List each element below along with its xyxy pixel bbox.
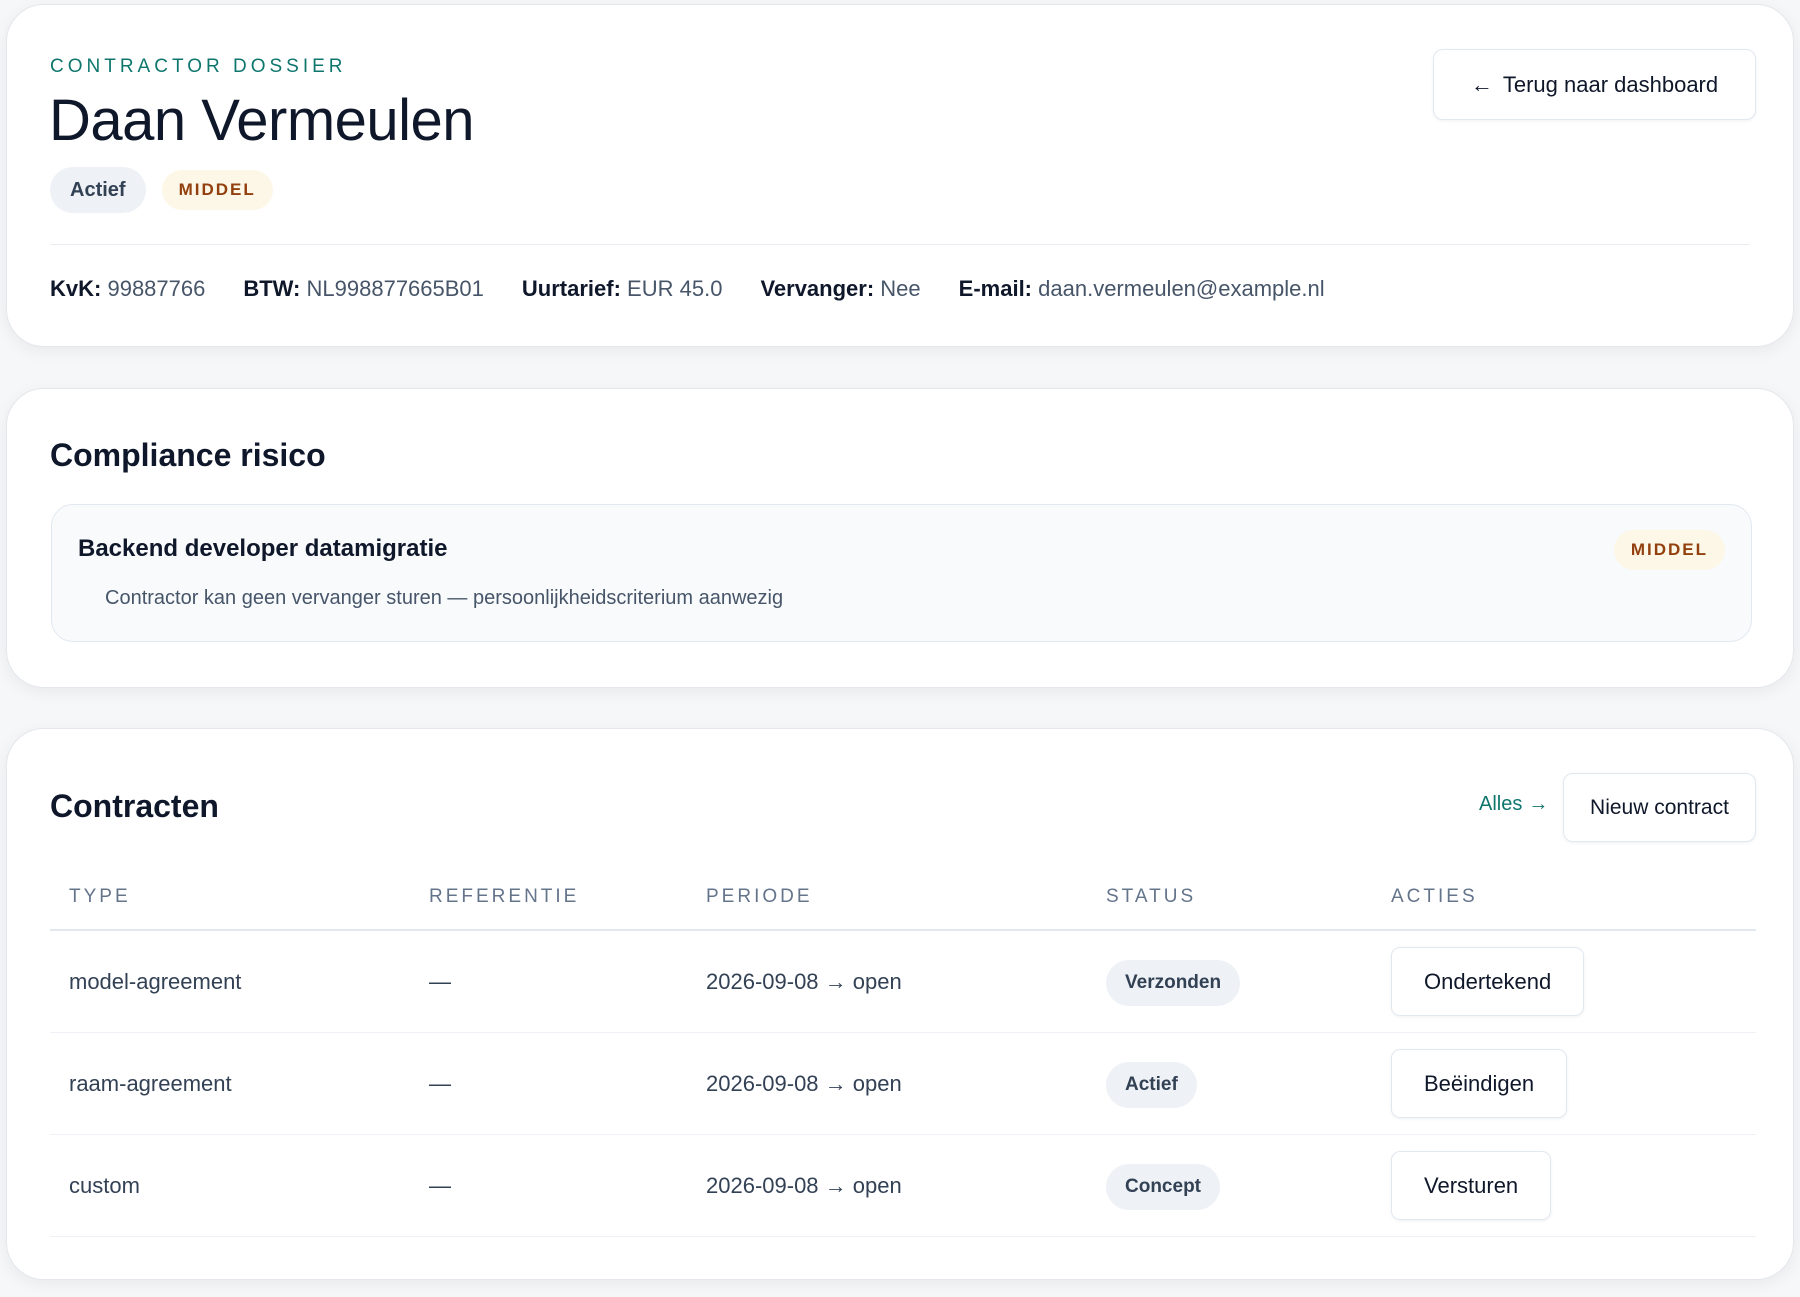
sign-button[interactable]: Ondertekend	[1391, 947, 1585, 1016]
cell-status-badge: Concept	[1106, 1164, 1220, 1210]
cell-reference: —	[429, 1071, 451, 1096]
contracts-table: TYPE REFERENTIE PERIODE STATUS ACTIES mo…	[50, 866, 1756, 1237]
table-header: TYPE REFERENTIE PERIODE STATUS ACTIES	[50, 866, 1756, 931]
compliance-risk-card: Compliance risico Backend developer data…	[6, 388, 1794, 688]
fact-substitute: Vervanger: Nee	[760, 276, 921, 301]
contracts-card: Contracten Alles → Nieuw contract TYPE R…	[6, 728, 1794, 1280]
column-header-type: TYPE	[69, 886, 131, 907]
table-row: raam-agreement — 2026-09-08 → open Actie…	[50, 1033, 1756, 1135]
table-row: custom — 2026-09-08 → open Concept Verst…	[50, 1135, 1756, 1237]
page-eyebrow: CONTRACTOR DOSSIER	[50, 56, 347, 77]
cell-period: 2026-09-08 → open	[706, 1071, 902, 1096]
table-row: model-agreement — 2026-09-08 → open Verz…	[50, 931, 1756, 1033]
all-contracts-link[interactable]: Alles →	[1479, 793, 1548, 816]
compliance-risk-item: Backend developer datamigratie Contracto…	[51, 504, 1752, 642]
back-to-dashboard-button[interactable]: ← Terug naar dashboard	[1433, 49, 1756, 120]
contractor-header-card: CONTRACTOR DOSSIER Daan Vermeulen Actief…	[6, 4, 1794, 347]
cell-type: raam-agreement	[69, 1071, 232, 1096]
cell-reference: —	[429, 1173, 451, 1198]
fact-kvk: KvK: 99887766	[50, 276, 206, 301]
fact-btw: BTW: NL998877665B01	[243, 276, 484, 301]
cell-type: custom	[69, 1173, 140, 1198]
new-contract-button[interactable]: Nieuw contract	[1563, 773, 1756, 842]
risk-item-description: Contractor kan geen vervanger sturen — p…	[105, 587, 784, 609]
column-header-actions: ACTIES	[1391, 886, 1478, 907]
column-header-period: PERIODE	[706, 886, 813, 907]
cell-type: model-agreement	[69, 969, 242, 994]
cell-status-badge: Verzonden	[1106, 960, 1241, 1006]
contractor-facts: KvK: 99887766 BTW: NL998877665B01 Uurtar…	[50, 276, 1325, 302]
column-header-status: STATUS	[1106, 886, 1197, 907]
header-badges: Actief MIDDEL	[50, 167, 273, 213]
cell-status-badge: Actief	[1106, 1062, 1197, 1108]
risk-item-badge: MIDDEL	[1613, 530, 1725, 570]
cell-period: 2026-09-08 → open	[706, 1173, 902, 1198]
send-button[interactable]: Versturen	[1391, 1151, 1552, 1220]
back-button-label: Terug naar dashboard	[1502, 71, 1719, 97]
compliance-title: Compliance risico	[50, 437, 326, 473]
page-title: Daan Vermeulen	[49, 88, 475, 153]
all-link-label: Alles	[1479, 793, 1523, 815]
risk-item-title: Backend developer datamigratie	[78, 535, 448, 562]
risk-badge: MIDDEL	[161, 170, 273, 210]
arrow-left-icon: ←	[1470, 71, 1493, 97]
cell-period: 2026-09-08 → open	[706, 969, 902, 994]
fact-hourly-rate: Uurtarief: EUR 45.0	[521, 276, 723, 301]
status-badge: Actief	[50, 167, 146, 213]
terminate-button[interactable]: Beëindigen	[1391, 1049, 1568, 1118]
cell-reference: —	[429, 969, 451, 994]
column-header-reference: REFERENTIE	[429, 886, 580, 907]
contracts-title: Contracten	[50, 788, 219, 824]
header-divider	[50, 244, 1750, 245]
arrow-right-icon: →	[1528, 793, 1549, 815]
fact-email: E-mail: daan.vermeulen@example.nl	[958, 276, 1325, 301]
